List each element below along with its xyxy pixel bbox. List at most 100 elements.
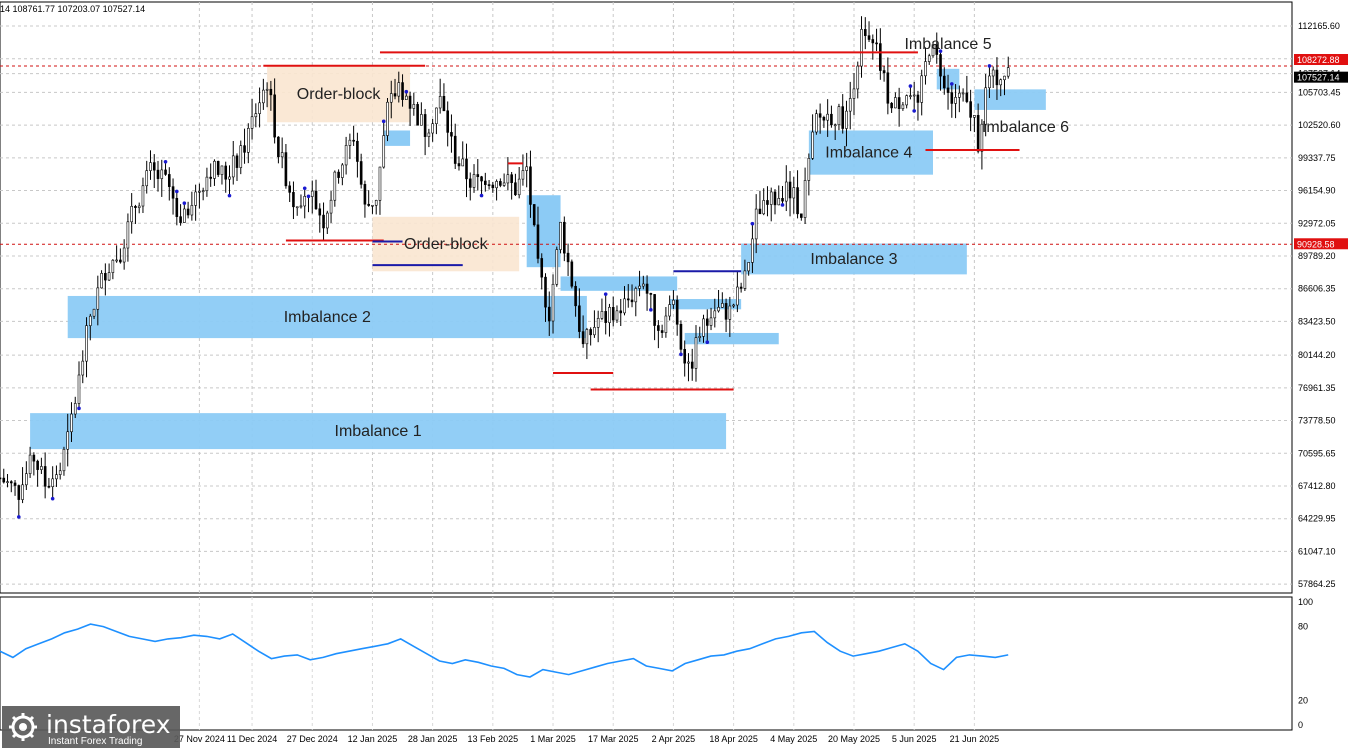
candle-body [179,216,182,223]
candle-body [973,115,976,118]
candle-body [717,307,720,312]
candle-body [333,171,337,201]
candle-body [318,208,322,216]
candle-body [739,286,743,289]
candle-body [860,29,863,67]
candle-body [171,186,175,199]
candle-body [653,294,656,326]
candle-body [446,110,449,133]
candle-body [374,200,378,206]
candle-body [995,69,999,86]
candle-body [574,285,577,307]
candle-body [104,273,107,281]
candle-body [359,161,363,185]
candle-body [254,113,258,118]
candle-body [566,252,570,263]
candle-body [600,311,604,319]
candle-body [47,485,51,488]
price-tick-label: 86606.35 [1298,284,1336,294]
candle-body [551,283,555,322]
candle-body [532,204,536,226]
zone-label: Order-block [297,86,382,103]
candle-body [856,65,860,90]
candle-body [265,88,269,91]
candle-body [465,158,468,180]
zone-label: Imbalance 5 [904,36,991,53]
indicator-tick-label: 20 [1298,695,1308,705]
price-tick-label: 76961.35 [1298,383,1336,393]
candle-body [897,97,901,110]
candle-body [262,89,265,104]
candle-body [709,317,713,326]
candle-body [461,158,465,167]
candle-body [431,123,434,134]
candle-body [563,221,566,254]
candle-body [841,106,845,129]
candle-body [0,477,2,480]
candle-body [788,181,792,199]
candle-body [976,115,980,152]
candle-body [378,166,382,201]
candle-body [796,187,799,215]
candle-body [875,42,878,45]
candle-body [679,323,683,350]
candle-body [920,75,924,103]
candle-body [1006,67,1010,77]
candle-body [769,191,773,205]
candle-body [683,349,686,364]
fractal-dot [987,64,992,68]
price-tick-label: 83423.50 [1298,316,1336,326]
candle-body [721,303,724,308]
date-tick-label: 28 Jan 2025 [408,734,458,744]
candle-body [476,174,480,178]
candle-body [909,95,912,97]
zone-label: Imbalance 4 [825,145,912,162]
candle-body [495,181,498,189]
candle-body [882,70,886,74]
candle-body [939,54,942,77]
candle-body [547,306,551,322]
candle-body [754,208,758,240]
candle-body [442,95,446,112]
date-tick-label: 11 Dec 2024 [227,734,277,744]
candle-body [382,135,386,168]
candle-body [235,155,239,168]
candle-body [363,184,367,205]
candle-body [743,270,747,289]
fractal-dot [750,221,755,226]
candle-body [766,200,769,205]
indicator-tick-label: 80 [1298,622,1308,632]
candle-body [811,131,814,159]
candle-body [329,199,333,214]
candle-body [438,95,442,109]
candle-body [273,94,276,138]
candle-body [596,318,600,328]
candle-body [484,180,487,185]
candle-body [845,110,848,129]
candle-body [386,101,389,136]
candle-body [863,29,867,36]
candle-body [453,135,457,164]
candle-body [115,259,118,262]
candle-body [51,478,54,487]
candle-body [156,169,160,179]
candle-body [209,176,212,179]
candle-body [468,178,472,188]
candle-body [367,203,370,206]
fractal-dot [950,82,954,86]
price-tick-label: 102520.60 [1298,120,1341,130]
candle-body [36,460,39,470]
candle-body [645,283,649,294]
candle-body [578,305,581,332]
candle-body [837,106,841,126]
fractal-dot [479,193,484,198]
candle-body [13,482,17,486]
logo-tagline: Instant Forex Trading [48,736,143,747]
candle-body [890,102,893,109]
candle-body [611,307,615,321]
candle-body [728,305,732,320]
candle-body [149,162,152,171]
candle-body [480,176,483,182]
fractal-dot [175,189,179,194]
candle-body [239,145,243,168]
